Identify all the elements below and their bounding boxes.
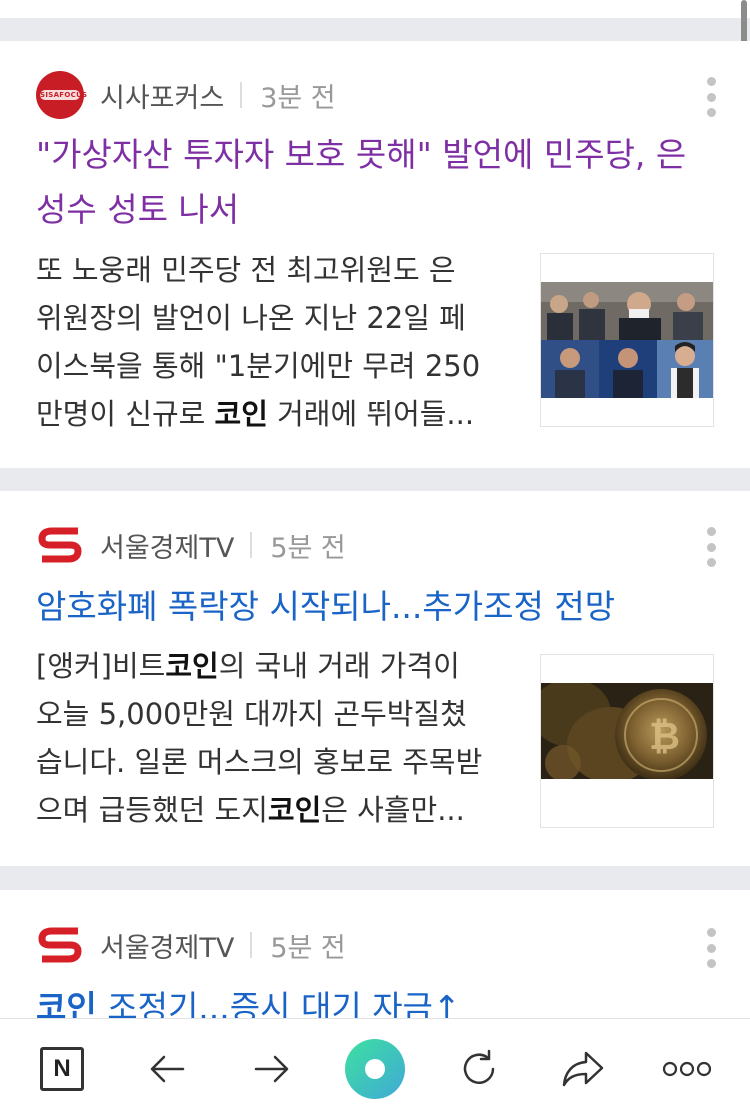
more-options-icon[interactable] bbox=[706, 527, 716, 567]
keyword-highlight: 코인 bbox=[165, 649, 219, 683]
naver-home-button[interactable]: N bbox=[32, 1039, 92, 1099]
title-line: "가상자산 투자자 보호 못해" 발언에 민주당, 은 bbox=[36, 135, 687, 174]
source-logo[interactable] bbox=[36, 521, 84, 569]
more-options-icon[interactable] bbox=[706, 77, 716, 117]
title-line: 성수 성토 나서 bbox=[36, 190, 240, 229]
source-name[interactable]: 서울경제TV bbox=[100, 526, 234, 565]
source-logo[interactable] bbox=[36, 921, 84, 969]
more-horizontal-icon bbox=[662, 1061, 712, 1077]
timestamp: 5분 전 bbox=[270, 932, 346, 964]
snippet-line: [앵커]비트코인의 국내 거래 가격이 bbox=[36, 649, 460, 683]
timestamp: 5분 전 bbox=[270, 532, 346, 564]
source-row: 서울경제TV 5분 전 bbox=[36, 921, 346, 969]
back-button[interactable] bbox=[137, 1039, 197, 1099]
snippet-line: 이스북을 통해 "1분기에만 무려 250 bbox=[36, 349, 481, 383]
more-options-icon[interactable] bbox=[706, 928, 716, 968]
separator bbox=[250, 532, 253, 558]
source-logo[interactable]: SISAFOCUS bbox=[36, 71, 88, 119]
snippet-line: 오늘 5,000만원 대까지 곤두박질쳤 bbox=[36, 697, 467, 731]
separator bbox=[240, 82, 243, 108]
separator bbox=[250, 932, 253, 958]
refresh-icon bbox=[463, 1049, 495, 1084]
article-snippet[interactable]: 또 노웅래 민주당 전 최고위원도 은 위원장의 발언이 나온 지난 22일 페… bbox=[36, 246, 506, 438]
press-photo-collage bbox=[541, 282, 713, 398]
article-title[interactable]: 암호화폐 폭락장 시작되나...추가조정 전망 bbox=[36, 579, 716, 634]
snippet-line: 또 노웅래 민주당 전 최고위원도 은 bbox=[36, 253, 456, 287]
snippet-line: 으며 급등했던 도지코인은 사흘만... bbox=[36, 793, 465, 827]
keyword-highlight: 코인 bbox=[267, 793, 322, 827]
source-row: 서울경제TV 5분 전 bbox=[36, 521, 346, 569]
source-logo-text: SISAFOCUS bbox=[40, 90, 88, 100]
timestamp: 3분 전 bbox=[260, 82, 336, 114]
snippet-line: 위원장의 발언이 나온 지난 22일 페 bbox=[36, 301, 466, 335]
snippet-line: 습니다. 일론 머스크의 홍보로 주목받 bbox=[36, 745, 483, 779]
refresh-button[interactable] bbox=[449, 1039, 509, 1099]
more-menu-button[interactable] bbox=[657, 1039, 717, 1099]
article-thumbnail[interactable] bbox=[540, 253, 714, 427]
forward-button[interactable] bbox=[242, 1039, 302, 1099]
share-button[interactable] bbox=[553, 1039, 613, 1099]
article-title[interactable]: "가상자산 투자자 보호 못해" 발언에 민주당, 은 성수 성토 나서 bbox=[36, 127, 716, 237]
svg-text:₿: ₿ bbox=[649, 714, 680, 758]
source-name[interactable]: 시사포커스 bbox=[100, 76, 224, 115]
share-arrow-icon bbox=[562, 1051, 604, 1087]
bitcoin-photo: ₿ bbox=[541, 683, 713, 799]
arrow-right-icon bbox=[254, 1055, 289, 1083]
green-dot-icon bbox=[345, 1039, 405, 1099]
naver-n-icon: N bbox=[40, 1047, 84, 1091]
green-dot-button[interactable] bbox=[345, 1039, 405, 1099]
source-name[interactable]: 서울경제TV bbox=[100, 926, 234, 965]
news-card[interactable]: SISAFOCUS 시사포커스 3분 전 "가상자산 투자자 보호 못해" 발언… bbox=[0, 41, 750, 468]
arrow-left-icon bbox=[150, 1055, 185, 1083]
snippet-line: 만명이 신규로 코인 거래에 뛰어들... bbox=[36, 397, 475, 431]
browser-toolbar: N bbox=[0, 1018, 750, 1119]
article-thumbnail[interactable]: ₿ bbox=[540, 654, 714, 828]
source-row: SISAFOCUS 시사포커스 3분 전 bbox=[36, 71, 336, 119]
keyword-highlight: 코인 bbox=[214, 397, 268, 431]
previous-card-bottom bbox=[0, 0, 750, 18]
news-card[interactable]: 서울경제TV 5분 전 암호화폐 폭락장 시작되나...추가조정 전망 [앵커]… bbox=[0, 491, 750, 866]
article-snippet[interactable]: [앵커]비트코인의 국내 거래 가격이 오늘 5,000만원 대까지 곤두박질쳤… bbox=[36, 642, 506, 834]
title-line: 암호화폐 폭락장 시작되나...추가조정 전망 bbox=[36, 587, 616, 626]
